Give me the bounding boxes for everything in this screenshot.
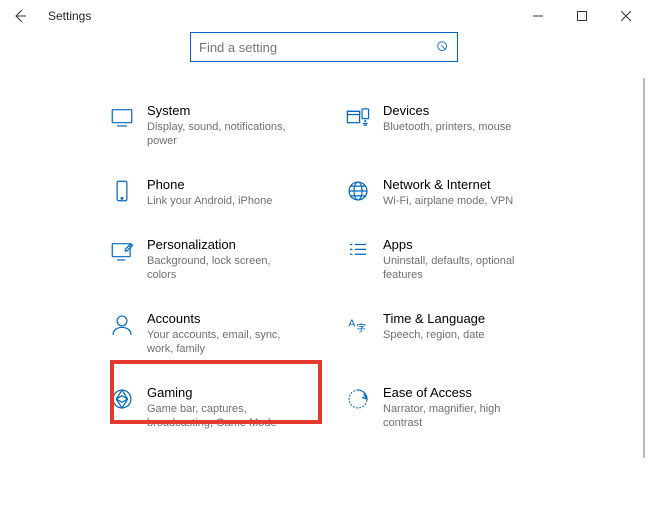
tile-label: System [147, 102, 297, 120]
system-icon [105, 102, 139, 130]
tile-ease-of-access[interactable]: Ease of Access Narrator, magnifier, high… [337, 380, 547, 434]
tile-devices[interactable]: Devices Bluetooth, printers, mouse [337, 98, 547, 152]
minimize-icon [533, 11, 543, 21]
settings-grid: System Display, sound, notifications, po… [0, 74, 648, 434]
tile-sub: Uninstall, defaults, optional features [383, 254, 533, 282]
tile-sub: Bluetooth, printers, mouse [383, 120, 511, 134]
tile-label: Accounts [147, 310, 297, 328]
tile-sub: Wi-Fi, airplane mode, VPN [383, 194, 513, 208]
tile-accounts[interactable]: Accounts Your accounts, email, sync, wor… [101, 306, 311, 360]
maximize-button[interactable] [560, 0, 604, 32]
gaming-icon [105, 384, 139, 412]
search-input[interactable] [191, 40, 429, 55]
tile-sub: Display, sound, notifications, power [147, 120, 297, 148]
tile-label: Ease of Access [383, 384, 533, 402]
tile-label: Apps [383, 236, 533, 254]
maximize-icon [577, 11, 587, 21]
apps-icon [341, 236, 375, 264]
accounts-icon [105, 310, 139, 338]
tile-sub: Narrator, magnifier, high contrast [383, 402, 533, 430]
tile-system[interactable]: System Display, sound, notifications, po… [101, 98, 311, 152]
tile-sub: Your accounts, email, sync, work, family [147, 328, 297, 356]
personalization-icon [105, 236, 139, 264]
search-box[interactable] [190, 32, 458, 62]
close-button[interactable] [604, 0, 648, 32]
title-bar: Settings [0, 0, 648, 32]
tile-network[interactable]: Network & Internet Wi-Fi, airplane mode,… [337, 172, 547, 212]
tile-label: Devices [383, 102, 511, 120]
phone-icon [105, 176, 139, 204]
tile-sub: Game bar, captures, broadcasting, Game M… [147, 402, 297, 430]
tile-time-language[interactable]: A 字 Time & Language Speech, region, date [337, 306, 547, 360]
window-title: Settings [48, 9, 91, 23]
ease-of-access-icon [341, 384, 375, 412]
tile-sub: Background, lock screen, colors [147, 254, 297, 282]
search-icon [429, 40, 457, 54]
minimize-button[interactable] [516, 0, 560, 32]
svg-text:字: 字 [356, 322, 366, 335]
window-controls [516, 0, 648, 32]
settings-content: System Display, sound, notifications, po… [0, 74, 648, 512]
tile-label: Personalization [147, 236, 297, 254]
tile-label: Phone [147, 176, 272, 194]
back-button[interactable] [0, 0, 40, 32]
tile-apps[interactable]: Apps Uninstall, defaults, optional featu… [337, 232, 547, 286]
tile-sub: Link your Android, iPhone [147, 194, 272, 208]
tile-phone[interactable]: Phone Link your Android, iPhone [101, 172, 311, 212]
tile-label: Time & Language [383, 310, 485, 328]
close-icon [621, 11, 631, 21]
network-icon [341, 176, 375, 204]
tile-gaming[interactable]: Gaming Game bar, captures, broadcasting,… [101, 380, 311, 434]
search-container [0, 32, 648, 62]
svg-text:A: A [348, 318, 356, 330]
arrow-left-icon [12, 8, 28, 24]
devices-icon [341, 102, 375, 130]
tile-personalization[interactable]: Personalization Background, lock screen,… [101, 232, 311, 286]
tile-label: Gaming [147, 384, 297, 402]
time-language-icon: A 字 [341, 310, 375, 338]
tile-label: Network & Internet [383, 176, 513, 194]
tile-sub: Speech, region, date [383, 328, 485, 342]
